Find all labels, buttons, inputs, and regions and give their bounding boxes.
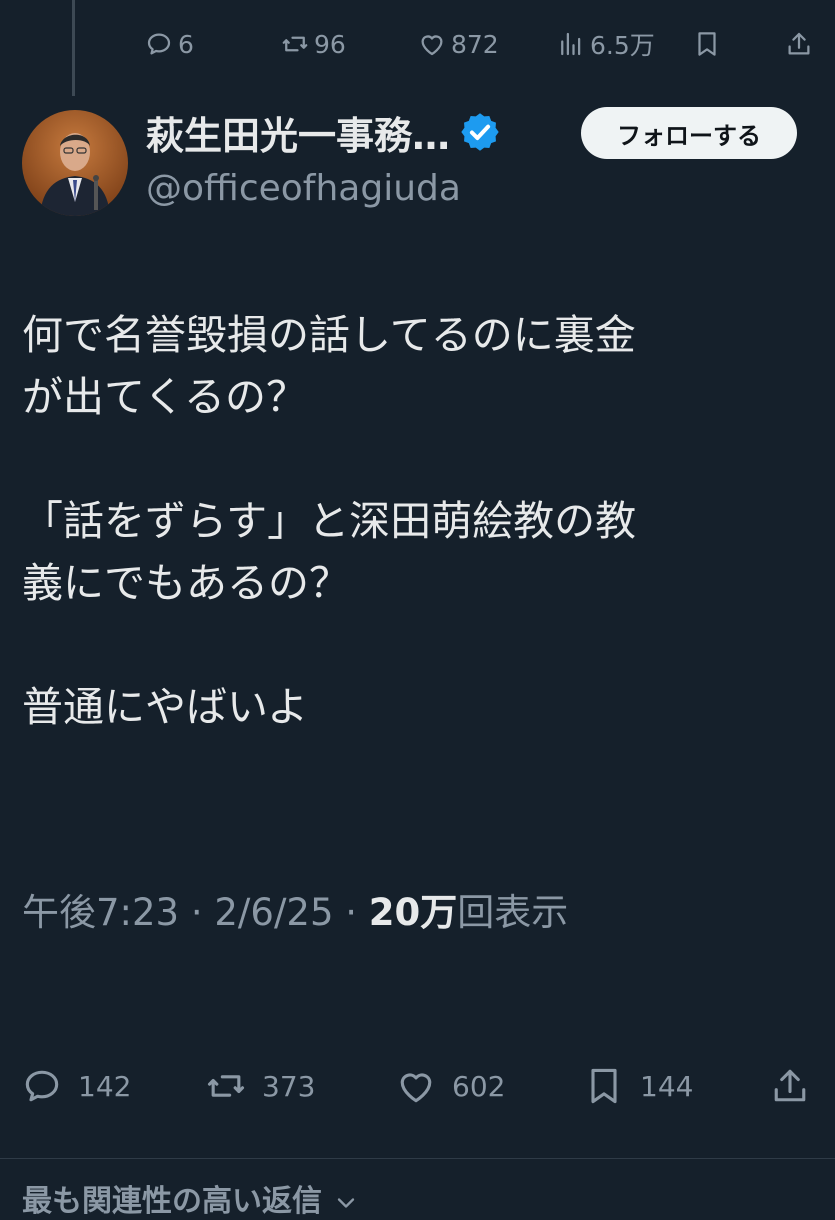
tweet-date[interactable]: 2/6/25 <box>214 891 333 934</box>
bookmark-count: 144 <box>640 1069 694 1103</box>
share-action[interactable] <box>784 29 814 59</box>
bookmark-action[interactable]: 144 <box>582 1064 693 1108</box>
bookmark-icon <box>591 1068 617 1104</box>
reply-icon <box>25 1070 59 1102</box>
retweet-icon <box>282 36 308 52</box>
previous-tweet-actions: 6 96 872 6.5万 <box>0 22 835 66</box>
chevron-down-icon <box>338 1197 355 1208</box>
reply-action[interactable]: 142 <box>20 1064 131 1108</box>
like-count: 602 <box>452 1069 506 1103</box>
views-chart-icon <box>561 32 581 56</box>
replies-sort-label: 最も関連性の高い返信 <box>22 1184 322 1219</box>
tweet-paragraph: 「話をずらす」と深田萌絵教の教 義にでもあるの？ <box>22 497 637 607</box>
share-action[interactable] <box>768 1064 812 1108</box>
tweet-metadata: 午後7:23 · 2/6/25 · 20万回表示 <box>22 882 568 936</box>
avatar[interactable] <box>22 110 128 216</box>
tweet-views-count: 20万 <box>368 891 458 934</box>
reply-icon <box>147 33 171 55</box>
meta-separator: · <box>333 891 369 934</box>
tweet-paragraph: 何で名誉毀損の話してるのに裏金 が出てくるの？ <box>22 311 636 421</box>
retweet-action[interactable]: 373 <box>204 1064 315 1108</box>
heart-icon <box>421 35 443 56</box>
like-action[interactable]: 872 <box>417 29 499 59</box>
bookmark-icon <box>698 32 716 56</box>
share-icon <box>788 32 810 55</box>
share-icon <box>774 1069 806 1102</box>
views-action[interactable]: 6.5万 <box>556 26 655 62</box>
like-action[interactable]: 602 <box>394 1064 505 1108</box>
meta-separator: · <box>179 891 215 934</box>
author-display-name[interactable]: 萩生田光一事務… <box>146 105 450 160</box>
avatar-photo <box>22 110 128 216</box>
retweet-action[interactable]: 96 <box>280 29 346 59</box>
reply-count: 142 <box>78 1069 132 1103</box>
reply-count: 6 <box>178 29 194 59</box>
tweet-text: 何で名誉毀損の話してるのに裏金 が出てくるの？ 「話をずらす」と深田萌絵教の教 … <box>22 304 812 800</box>
tweet-views-label: 回表示 <box>457 891 569 934</box>
tweet-paragraph: 普通にやばいよ <box>22 683 309 731</box>
reply-action[interactable]: 6 <box>144 29 194 59</box>
author-name-line[interactable]: 萩生田光一事務… <box>146 106 502 158</box>
tweet-time[interactable]: 午後7:23 <box>22 891 179 934</box>
replies-sort-toggle[interactable]: 最も関連性の高い返信 <box>22 1176 360 1220</box>
heart-icon <box>400 1073 432 1103</box>
retweet-count: 373 <box>262 1069 316 1103</box>
verified-badge-icon <box>461 113 499 151</box>
divider <box>0 1158 835 1159</box>
bookmark-action[interactable] <box>692 29 722 59</box>
retweet-icon <box>207 1075 245 1097</box>
views-count: 6.5万 <box>590 31 655 60</box>
tweet-actions: 142 373 602 144 <box>0 1060 835 1112</box>
retweet-count: 96 <box>314 29 346 59</box>
follow-button[interactable]: フォローする <box>581 107 797 159</box>
author-handle[interactable]: @officeofhagiuda <box>146 168 461 209</box>
like-count: 872 <box>451 29 499 59</box>
